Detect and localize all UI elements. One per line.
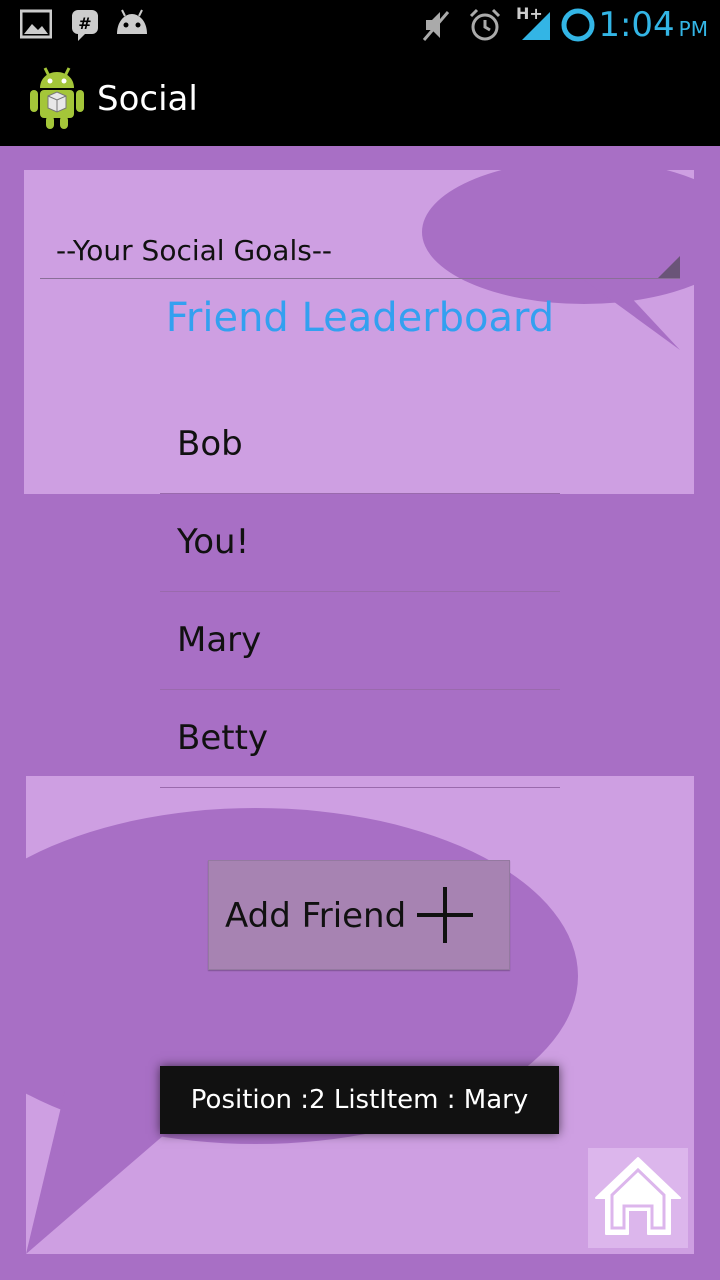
sync-icon (561, 8, 595, 42)
clock-time: 1:04 (598, 5, 675, 45)
list-item[interactable]: Bob (160, 396, 560, 494)
action-bar: Social (0, 50, 720, 146)
dropdown-arrow-icon (658, 256, 680, 278)
talk-icon: # (72, 10, 98, 41)
list-item[interactable]: Betty (160, 690, 560, 788)
social-goals-spinner[interactable]: --Your Social Goals-- (40, 224, 680, 279)
svg-text:#: # (78, 14, 91, 33)
home-icon (595, 1157, 681, 1235)
spinner-selected-value: --Your Social Goals-- (56, 234, 333, 267)
android-notification-icon (117, 9, 147, 34)
status-bar: # H+ 1:04 PM (0, 0, 720, 50)
add-friend-label: Add Friend (225, 896, 407, 936)
clock-ampm: PM (678, 17, 708, 41)
leaderboard-title: Friend Leaderboard (165, 295, 555, 341)
status-clock: 1:04 PM (598, 4, 708, 46)
main-content: --Your Social Goals-- Friend Leaderboard… (0, 146, 720, 1280)
signal-icon (522, 12, 550, 40)
android-app-icon[interactable] (28, 66, 86, 130)
mute-icon (422, 11, 450, 41)
friend-name: Betty (177, 718, 269, 758)
add-friend-button[interactable]: Add Friend (208, 860, 510, 970)
alarm-icon (469, 8, 501, 41)
screen: # H+ 1:04 PM Social --Your Social Goals-… (0, 0, 720, 1280)
friend-list: Bob You! Mary Betty (160, 396, 560, 788)
toast-message: Position :2 ListItem : Mary (160, 1066, 559, 1134)
app-title: Social (97, 79, 198, 119)
gallery-icon (20, 9, 52, 39)
friend-name: You! (177, 522, 250, 562)
list-item[interactable]: Mary (160, 592, 560, 690)
list-item[interactable]: You! (160, 494, 560, 592)
home-button[interactable] (588, 1148, 688, 1248)
plus-icon (417, 887, 473, 943)
friend-name: Mary (177, 620, 262, 660)
friend-name: Bob (177, 424, 243, 464)
